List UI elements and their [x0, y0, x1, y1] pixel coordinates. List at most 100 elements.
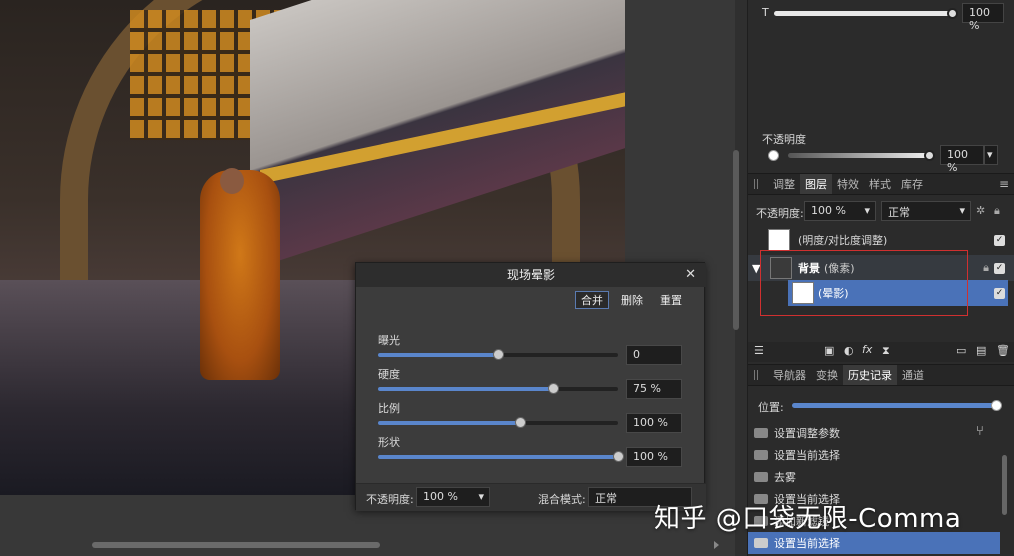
layers-toolbar: ☰ ▣ ◐ fx ⧗ ▭ ▤ 🗑︎ — [748, 342, 1014, 362]
layer-thumbnail — [768, 229, 790, 251]
shape-slider-fill — [378, 455, 618, 459]
camera-icon — [754, 450, 768, 460]
history-position-label: 位置: — [758, 401, 784, 414]
history-position-knob[interactable] — [991, 400, 1002, 411]
close-icon[interactable]: ✕ — [685, 267, 696, 282]
exposure-slider-knob[interactable] — [493, 349, 504, 360]
folder-icon[interactable]: ▭ — [956, 344, 966, 357]
opacity-start-knob[interactable] — [768, 150, 779, 161]
history-item-selected[interactable]: 设置当前选择 — [748, 532, 1000, 554]
layer-visibility-checkbox[interactable]: ✓ — [994, 287, 1005, 299]
hardness-slider[interactable] — [378, 383, 618, 394]
panel-tabs-history: 导航器 变换 历史记录 通道 — [748, 364, 1014, 386]
tab-layers[interactable]: 图层 — [800, 174, 832, 194]
opacity-dropdown-arrow[interactable]: ▾ — [984, 145, 998, 165]
lock-icon[interactable]: 🔒︎ — [994, 204, 1000, 218]
dialog-opacity-dropdown[interactable]: 100 % ▾ — [416, 487, 490, 507]
dialog-blend-label: 混合模式: — [538, 493, 586, 506]
panel-menu-icon[interactable]: ≡ — [999, 177, 1009, 191]
scale-slider-knob[interactable] — [515, 417, 526, 428]
watermark: 知乎 @口袋无限-Comma — [654, 504, 962, 534]
new-layer-icon[interactable]: ▤ — [976, 344, 986, 357]
history-scrollbar[interactable] — [1002, 455, 1007, 515]
hardness-slider-knob[interactable] — [548, 383, 559, 394]
shape-slider[interactable] — [378, 451, 624, 462]
horizontal-scrollbar[interactable] — [92, 542, 380, 548]
t-value-field[interactable]: 100 % — [962, 3, 1004, 32]
hardness-slider-fill — [378, 387, 553, 391]
opacity-label: 不透明度 — [762, 133, 806, 146]
tab-styles[interactable]: 样式 — [864, 174, 896, 194]
history-item-label: 设置当前选择 — [774, 449, 840, 462]
t-label: T — [762, 6, 769, 19]
photo-monk — [200, 170, 280, 380]
hardness-value-field[interactable]: 75 % — [626, 379, 682, 399]
delete-button[interactable]: 删除 — [615, 291, 649, 309]
tab-channels[interactable]: 通道 — [897, 365, 929, 385]
shape-value-field[interactable]: 100 % — [626, 447, 682, 467]
exposure-value-field[interactable]: 0 — [626, 345, 682, 365]
tab-effects[interactable]: 特效 — [832, 174, 864, 194]
camera-icon — [754, 472, 768, 482]
mask-icon[interactable]: ▣ — [824, 344, 834, 357]
opacity-slider-knob[interactable] — [924, 150, 935, 161]
history-item[interactable]: 去雾 — [748, 466, 1000, 488]
panel-grip-icon[interactable] — [754, 179, 758, 189]
scale-label: 比例 — [378, 402, 400, 415]
history-position-slider[interactable] — [792, 403, 997, 408]
scale-value-field[interactable]: 100 % — [626, 413, 682, 433]
dialog-opacity-label: 不透明度: — [366, 493, 414, 506]
layer-name: (明度/对比度调整) — [798, 234, 888, 247]
history-item-label: 设置调整参数 — [774, 427, 840, 440]
blend-mode-value: 正常 — [888, 206, 910, 219]
gear-icon[interactable]: ✲ — [976, 204, 985, 217]
opacity-slider-track[interactable] — [788, 153, 928, 158]
merge-button[interactable]: 合并 — [575, 291, 609, 309]
chevron-down-icon: ▾ — [864, 204, 870, 217]
tab-adjustments[interactable]: 调整 — [768, 174, 800, 194]
tab-transform[interactable]: 变换 — [811, 365, 843, 385]
dialog-opacity-value: 100 % — [423, 490, 458, 503]
layer-visibility-checkbox[interactable]: ✓ — [994, 262, 1005, 274]
layers-stack-icon[interactable]: ☰ — [754, 344, 764, 357]
history-item[interactable]: 设置调整参数 — [748, 422, 1000, 444]
panel-tabs-layers: 调整 图层 特效 样式 库存 ≡ — [748, 173, 1014, 195]
history-item-label: 设置当前选择 — [774, 537, 840, 550]
reset-button[interactable]: 重置 — [654, 291, 688, 309]
layer-opacity-label: 不透明度: — [756, 207, 804, 220]
photo-monk-head — [220, 168, 244, 194]
tab-stock[interactable]: 库存 — [896, 174, 928, 194]
scale-slider[interactable] — [378, 417, 618, 428]
layer-lock-icon[interactable]: 🔒︎ — [983, 261, 989, 275]
layer-opacity-dropdown[interactable]: 100 % ▾ — [804, 201, 876, 221]
exposure-slider[interactable] — [378, 349, 618, 360]
scroll-right-arrow-icon[interactable] — [714, 541, 719, 549]
blend-mode-dropdown[interactable]: 正常 ▾ — [881, 201, 971, 221]
tab-history[interactable]: 历史记录 — [843, 365, 897, 385]
scale-slider-fill — [378, 421, 520, 425]
chevron-down-icon: ▾ — [478, 490, 484, 503]
chevron-down-icon: ▾ — [959, 204, 965, 217]
camera-icon — [754, 538, 768, 548]
history-item[interactable]: 设置当前选择 — [748, 444, 1000, 466]
highlight-box — [760, 250, 968, 316]
t-slider-track[interactable] — [774, 11, 954, 16]
shape-label: 形状 — [378, 436, 400, 449]
live-filter-icon[interactable]: ⧗ — [882, 344, 890, 358]
dialog-blend-value: 正常 — [595, 492, 617, 505]
history-item-label: 去雾 — [774, 471, 796, 484]
vignette-dialog: 现场晕影 ✕ 合并 删除 重置 曝光 0 硬度 75 % 比例 100 % 形状… — [355, 262, 706, 511]
tab-navigator[interactable]: 导航器 — [768, 365, 811, 385]
fx-icon[interactable]: fx — [862, 343, 872, 356]
adjustment-icon[interactable]: ◐ — [844, 344, 854, 357]
t-slider-knob[interactable] — [947, 8, 958, 19]
dialog-title: 现场晕影 — [356, 263, 706, 287]
trash-icon[interactable]: 🗑︎ — [996, 344, 1010, 357]
layer-visibility-checkbox[interactable]: ✓ — [994, 234, 1005, 246]
vertical-scrollbar[interactable] — [733, 150, 739, 330]
opacity-value-field[interactable]: 100 % — [940, 145, 984, 174]
branch-icon[interactable]: ⑂ — [976, 424, 984, 439]
camera-icon — [754, 428, 768, 438]
panel-grip-icon[interactable] — [754, 370, 758, 380]
shape-slider-knob[interactable] — [613, 451, 624, 462]
